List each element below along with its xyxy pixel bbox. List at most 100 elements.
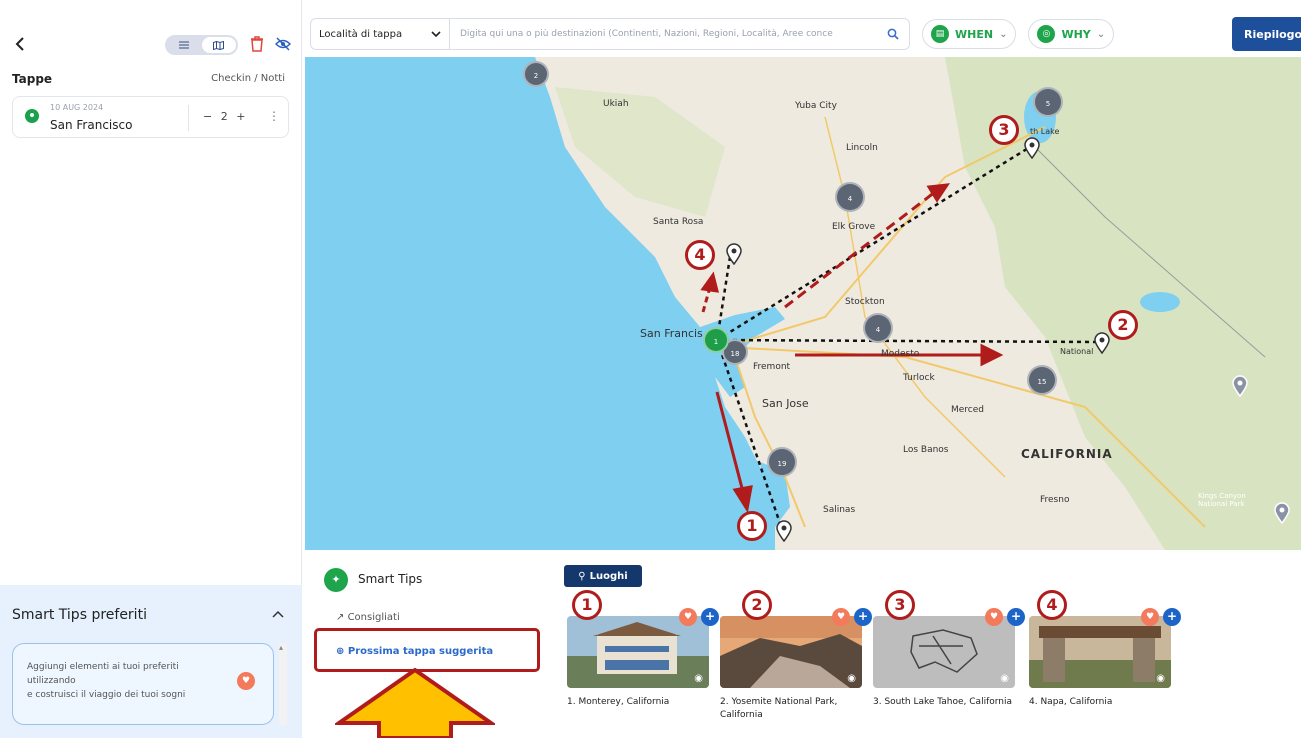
annotation-marker: 2	[742, 590, 772, 620]
list-icon	[179, 41, 190, 49]
location-type-select[interactable]: Località di tappa	[310, 18, 450, 50]
chevron-down-icon: ⌄	[999, 28, 1008, 40]
place-image	[1029, 616, 1171, 688]
tab-label: Luoghi	[589, 570, 628, 582]
annotation-marker: 2	[1108, 310, 1138, 340]
add-button[interactable]: +	[1007, 608, 1025, 626]
location-pin-icon[interactable]	[1023, 137, 1041, 159]
heart-icon[interactable]: ♥	[1141, 608, 1159, 626]
city-label: Merced	[951, 405, 985, 415]
smart-tips-title: Smart Tips	[358, 572, 423, 586]
place-image	[720, 616, 862, 688]
city-label: Santa Rosa	[653, 217, 704, 227]
place-thumbnail[interactable]: ◉	[567, 616, 709, 688]
map-cluster[interactable]: 4	[863, 313, 893, 343]
app-root: Tappe Checkin / Notti 10 AUG 2024 San Fr…	[0, 0, 1301, 738]
menu-item-consigliati[interactable]: ↗ Consigliati	[336, 612, 400, 623]
stops-title: Tappe	[12, 72, 53, 86]
map-cluster[interactable]: 4	[835, 182, 865, 212]
city-label: Salinas	[823, 505, 856, 515]
back-button[interactable]	[10, 34, 30, 54]
increment-button[interactable]: +	[236, 110, 245, 123]
map-cluster[interactable]: 2	[523, 61, 549, 87]
annotation-marker: 1	[572, 590, 602, 620]
stop-menu-button[interactable]: ⋮	[268, 109, 280, 123]
location-type-value: Località di tappa	[319, 28, 403, 40]
place-caption: 3. South Lake Tahoe, California	[873, 697, 1013, 707]
location-pin-icon[interactable]	[1231, 375, 1249, 397]
eye-icon[interactable]: ◉	[847, 673, 856, 684]
place-caption: 2. Yosemite National Park, California	[720, 697, 838, 720]
heart-icon[interactable]: ♥	[679, 608, 697, 626]
region-label: CALIFORNIA	[1021, 447, 1113, 461]
target-icon: ◎	[1037, 25, 1056, 43]
search-icon[interactable]	[887, 28, 899, 40]
add-button[interactable]: +	[854, 608, 872, 626]
annotation-highlight	[314, 628, 540, 672]
tab-luoghi[interactable]: ⚲ Luoghi	[564, 565, 642, 587]
why-filter[interactable]: ◎ WHY ⌄	[1028, 19, 1115, 49]
place-thumbnail[interactable]: ◉	[720, 616, 862, 688]
city-label: Ukiah	[603, 99, 629, 109]
place-card[interactable]: ♥ + ◉ 2. Yosemite National Park, Califor…	[720, 608, 872, 722]
chevron-down-icon: ⌄	[1096, 28, 1106, 40]
trash-icon	[251, 36, 263, 52]
heart-icon[interactable]: ♥	[985, 608, 1003, 626]
favorites-hint-line2: e costruisci il viaggio dei tuoi sogni	[27, 690, 186, 700]
place-thumbnail[interactable]: ◉	[1029, 616, 1171, 688]
place-card[interactable]: ♥ + ◉ 3. South Lake Tahoe, California	[873, 608, 1025, 709]
stop-date: 10 AUG 2024	[50, 103, 104, 112]
calendar-icon: ▤	[931, 25, 949, 43]
eye-icon[interactable]: ◉	[694, 673, 703, 684]
hide-button[interactable]	[275, 36, 291, 52]
stop-card[interactable]: 10 AUG 2024 San Francisco − 2 + ⋮	[12, 96, 289, 138]
chevron-up-icon	[272, 610, 284, 618]
favorites-title: Smart Tips preferiti	[12, 607, 147, 623]
annotation-marker: 3	[989, 115, 1019, 145]
when-filter[interactable]: ▤ WHEN ⌄	[922, 19, 1017, 49]
location-pin-icon[interactable]	[725, 243, 743, 265]
scrollbar[interactable]	[279, 643, 287, 725]
destination-search-input[interactable]: Digita qui una o più destinazioni (Conti…	[450, 18, 910, 50]
recap-button[interactable]: Riepilogo	[1232, 17, 1301, 51]
map-view-toggle[interactable]	[201, 37, 236, 53]
stop-name: San Francisco	[50, 118, 133, 132]
annotation-arrow	[335, 668, 495, 738]
city-label: Lincoln	[846, 143, 878, 153]
city-label: Turlock	[903, 373, 935, 383]
eye-icon[interactable]: ◉	[1156, 673, 1165, 684]
heart-icon[interactable]: ♥	[832, 608, 850, 626]
annotation-marker: 4	[685, 240, 715, 270]
place-card[interactable]: ♥ + ◉ 4. Napa, California	[1029, 608, 1181, 709]
list-view-toggle[interactable]	[167, 37, 202, 53]
map-view[interactable]: Ukiah Yuba City Lincoln Santa Rosa Elk G…	[305, 57, 1301, 550]
nights-value: 2	[220, 110, 228, 123]
map-pin-icon	[25, 109, 39, 123]
place-thumbnail[interactable]: ◉	[873, 616, 1015, 688]
map-cluster[interactable]: 15	[1027, 365, 1057, 395]
annotation-marker: 3	[885, 590, 915, 620]
map-cluster[interactable]: 19	[767, 447, 797, 477]
location-pin-icon[interactable]	[775, 520, 793, 542]
why-label: WHY	[1061, 27, 1091, 41]
add-button[interactable]: +	[1163, 608, 1181, 626]
delete-button[interactable]	[250, 36, 264, 52]
location-pin-icon[interactable]	[1273, 502, 1291, 524]
favorites-hint-line1: Aggiungi elementi ai tuoi preferiti util…	[27, 662, 179, 686]
location-pin-icon[interactable]	[1093, 332, 1111, 354]
map-canvas	[305, 57, 1301, 550]
eye-icon[interactable]: ◉	[1000, 673, 1009, 684]
decrement-button[interactable]: −	[203, 110, 212, 123]
collapse-button[interactable]	[272, 607, 284, 622]
city-label: Elk Grove	[832, 222, 876, 232]
add-button[interactable]: +	[701, 608, 719, 626]
place-image	[567, 616, 709, 688]
place-image	[873, 616, 1015, 688]
place-card[interactable]: ♥ + ◉ 1. Monterey, California	[567, 608, 719, 709]
city-label: Fremont	[753, 362, 791, 372]
place-caption: 4. Napa, California	[1029, 697, 1113, 707]
divider	[188, 105, 189, 131]
view-toggle[interactable]	[165, 35, 238, 55]
map-cluster[interactable]: 5	[1033, 87, 1063, 117]
start-cluster[interactable]: 1	[703, 327, 729, 353]
